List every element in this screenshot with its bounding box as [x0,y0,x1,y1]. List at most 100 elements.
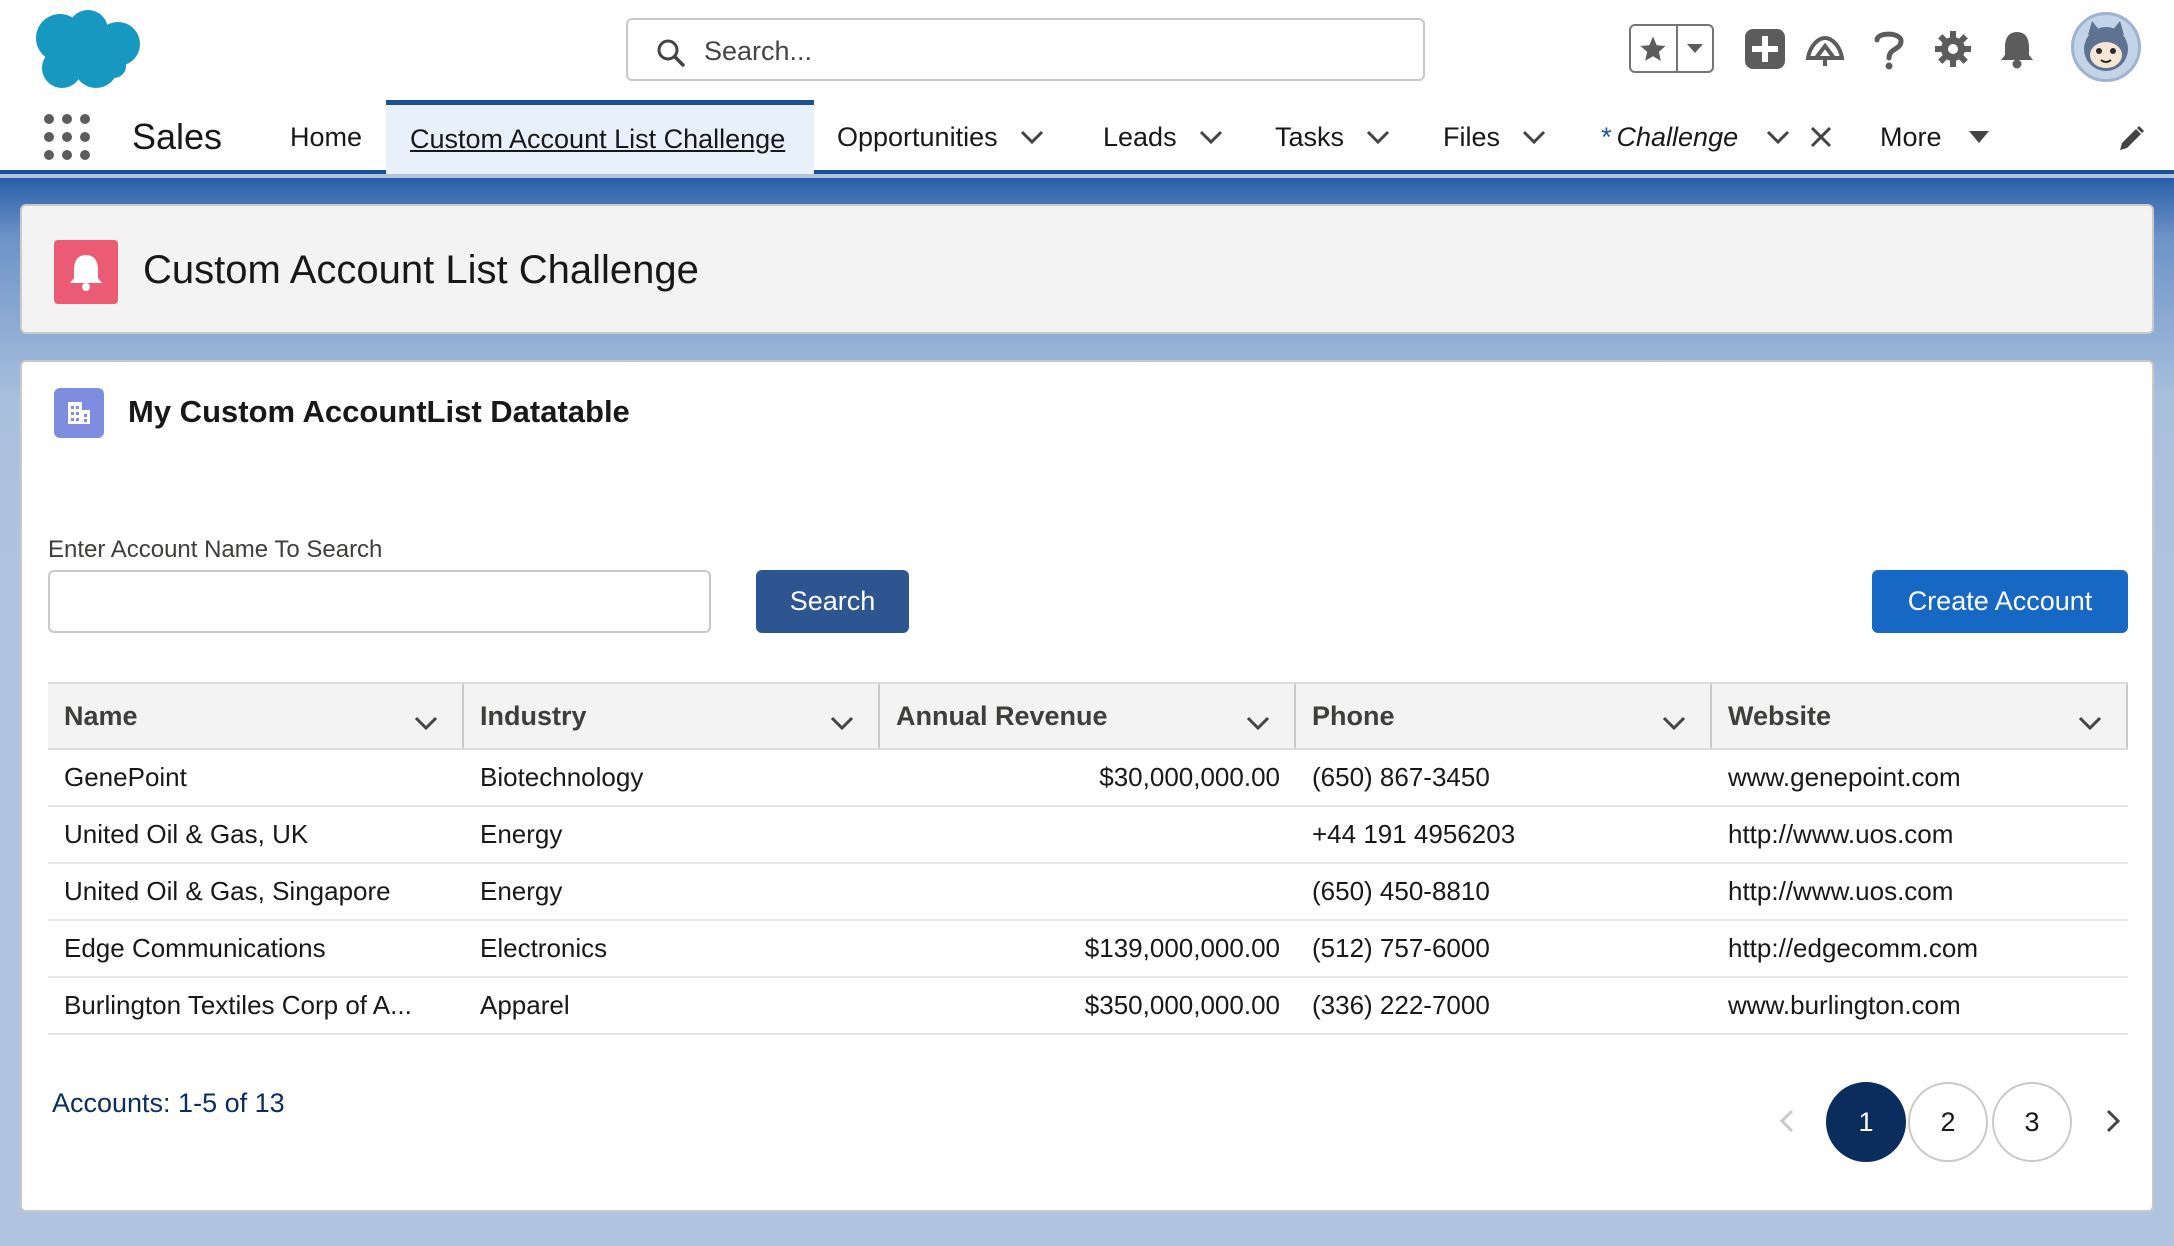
column-header-industry[interactable]: Industry [464,684,880,748]
next-page-icon[interactable] [2098,1106,2128,1136]
nav-more-menu[interactable]: More [1880,100,1990,174]
notifications-button[interactable] [1994,26,2040,72]
app-name: Sales [132,116,223,157]
cell-name: United Oil & Gas, Singapore [64,876,391,906]
account-name-search-input[interactable] [48,570,711,633]
create-account-button[interactable]: Create Account [1872,570,2128,633]
page-button-3[interactable]: 3 [1992,1082,2072,1162]
chevron-down-icon [1686,43,1703,53]
nav-tab-challenge[interactable]: * Challenge [1600,100,1832,174]
favorites-list-button[interactable] [1678,26,1712,71]
app-launcher-icon[interactable] [44,114,90,160]
trailhead-icon [1805,35,1845,66]
cell-phone: (650) 867-3450 [1312,762,1490,792]
nav-tab-label: Files [1443,121,1501,152]
cell-website: www.genepoint.com [1728,762,1961,792]
notification-bell-icon [2001,32,2033,69]
page-button-2[interactable]: 2 [1908,1082,1988,1162]
column-header-website[interactable]: Website [1712,684,2128,748]
nav-tab-leads[interactable]: Leads [1103,100,1223,174]
table-row[interactable]: United Oil & Gas, Singapore Energy (650)… [48,864,2128,921]
nav-tab-tasks[interactable]: Tasks [1275,100,1390,174]
account-datatable: Name Industry Annual Revenue Phone Websi… [48,682,2128,1035]
cell-phone: (336) 222-7000 [1312,990,1490,1020]
close-icon[interactable] [1810,126,1832,148]
star-icon [1640,36,1666,61]
global-header: Search... [0,0,2174,100]
search-icon [657,39,685,67]
column-header-label: Phone [1312,700,1395,731]
table-row[interactable]: United Oil & Gas, UK Energy +44 191 4956… [48,807,2128,864]
nav-tab-label: Custom Account List Challenge [410,124,786,154]
unsaved-indicator: * [1600,121,1611,152]
cell-phone: +44 191 4956203 [1312,819,1516,849]
global-actions-button[interactable] [1742,26,1788,72]
cell-phone: (650) 450-8810 [1312,876,1490,906]
cell-industry: Energy [480,876,563,906]
setup-gear-icon [1935,31,1971,67]
table-row[interactable]: Edge Communications Electronics $139,000… [48,921,2128,978]
chevron-down-icon[interactable] [414,706,438,737]
nav-tab-label: Challenge [1616,121,1739,152]
nav-tab-home[interactable]: Home [290,100,362,174]
column-header-annual-revenue[interactable]: Annual Revenue [880,684,1296,748]
nav-tab-label: Tasks [1275,121,1345,152]
page-title: Custom Account List Challenge [143,248,699,292]
user-avatar[interactable] [2071,12,2141,82]
cell-annual-revenue: $139,000,000.00 [1084,933,1280,963]
cell-annual-revenue: $30,000,000.00 [1099,762,1280,792]
trailhead-button[interactable] [1802,26,1848,72]
column-header-label: Website [1728,700,1832,731]
global-search-input[interactable]: Search... [626,18,1425,81]
column-header-name[interactable]: Name [48,684,464,748]
help-button[interactable] [1866,26,1912,72]
nav-tab-label: Home [290,121,363,152]
cell-industry: Energy [480,819,563,849]
edit-nav-pencil-icon[interactable] [2116,124,2146,154]
chevron-down-icon[interactable] [1366,130,1390,144]
table-row[interactable]: GenePoint Biotechnology $30,000,000.00 (… [48,750,2128,807]
account-building-icon [54,388,104,438]
search-button[interactable]: Search [756,570,909,633]
chevron-down-icon[interactable] [1199,130,1223,144]
favorites-star-button[interactable] [1631,26,1678,71]
column-header-phone[interactable]: Phone [1296,684,1712,748]
cell-name: GenePoint [64,762,187,792]
column-header-label: Industry [480,700,587,731]
salesforce-cloud-logo[interactable] [26,8,144,92]
chevron-down-icon[interactable] [1020,130,1044,144]
search-placeholder: Search... [704,36,813,66]
card-title: My Custom AccountList Datatable [128,394,630,429]
chevron-down-icon[interactable] [1766,130,1790,144]
astro-avatar-icon [2084,21,2128,71]
cell-name: Edge Communications [64,933,326,963]
search-field-label: Enter Account Name To Search [48,536,383,563]
cell-name: Burlington Textiles Corp of A... [64,990,412,1020]
column-header-label: Name [64,700,138,731]
cell-website: http://www.uos.com [1728,819,1954,849]
nav-tab-custom-account-list-challenge[interactable]: Custom Account List Challenge [386,100,814,174]
cell-phone: (512) 757-6000 [1312,933,1490,963]
chevron-down-icon[interactable] [830,706,854,737]
table-row[interactable]: Burlington Textiles Corp of A... Apparel… [48,978,2128,1035]
record-count-text: Accounts: 1-5 of 13 [52,1088,285,1118]
cell-website: http://edgecomm.com [1728,933,1978,963]
cell-industry: Electronics [480,933,608,963]
page-button-1[interactable]: 1 [1826,1082,1906,1162]
app-navigation-bar: Sales Home Custom Account List Challenge… [0,100,2174,174]
nav-tab-opportunities[interactable]: Opportunities [837,100,1044,174]
chevron-down-icon[interactable] [2078,706,2102,737]
help-icon [1874,31,1904,70]
setup-button[interactable] [1930,26,1976,72]
cell-industry: Apparel [480,990,570,1020]
chevron-down-icon[interactable] [1662,706,1686,737]
chevron-down-icon[interactable] [1246,706,1270,737]
nav-tab-files[interactable]: Files [1443,100,1546,174]
previous-page-icon[interactable] [1772,1106,1802,1136]
cell-industry: Biotechnology [480,762,644,792]
add-icon [1745,29,1785,69]
cell-annual-revenue: $350,000,000.00 [1084,990,1280,1020]
cell-website: www.burlington.com [1728,990,1961,1020]
chevron-down-icon[interactable] [1522,130,1546,144]
nav-tab-label: Leads [1103,121,1177,152]
